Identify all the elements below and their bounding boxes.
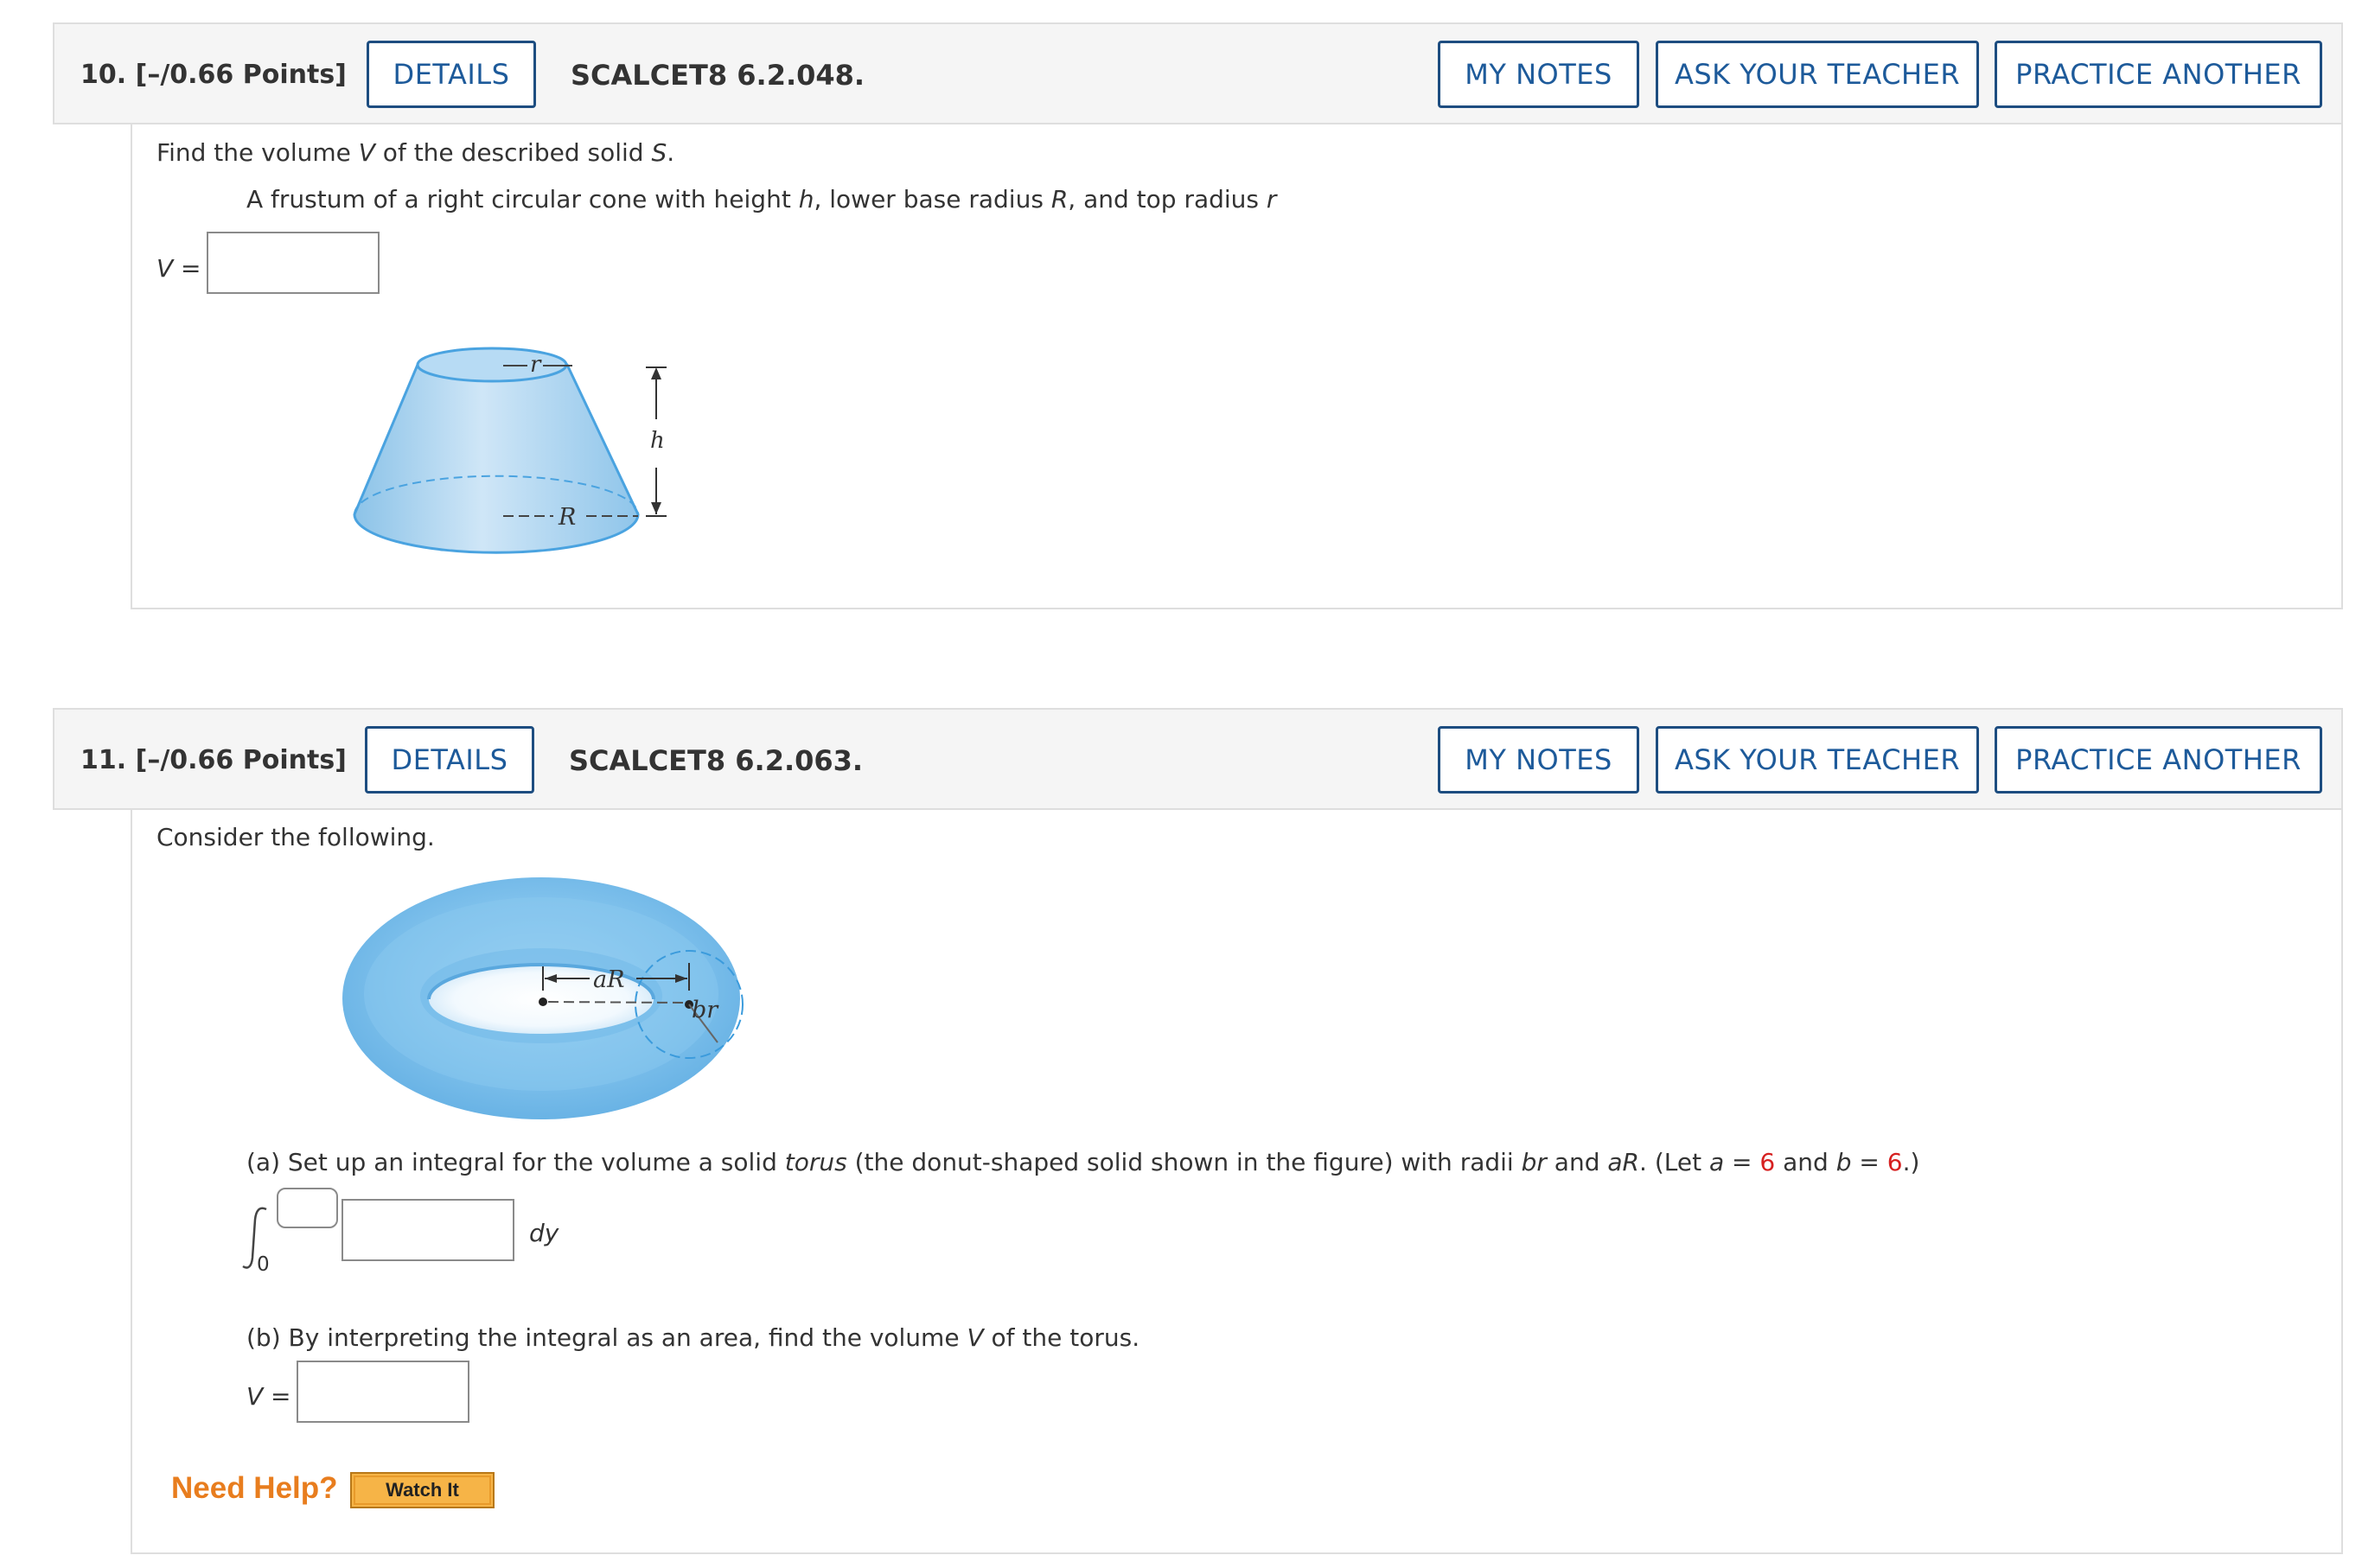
label-br: br xyxy=(692,997,719,1023)
question-11-header: 11. [–/0.66 Points] DETAILS SCALCET8 6.2… xyxy=(53,708,2343,810)
part-a-prompt: (a) Set up an integral for the volume a … xyxy=(246,1148,1920,1176)
practice-another-button[interactable]: PRACTICE ANOTHER xyxy=(1995,41,2322,108)
torus-volume-input[interactable] xyxy=(297,1361,469,1423)
my-notes-button[interactable]: MY NOTES xyxy=(1438,726,1639,794)
details-button[interactable]: DETAILS xyxy=(365,726,534,794)
ask-your-teacher-button[interactable]: ASK YOUR TEACHER xyxy=(1656,726,1979,794)
part-b-prompt: (b) By interpreting the integral as an a… xyxy=(246,1323,1140,1352)
frustum-figure: r R h xyxy=(353,347,667,554)
question-code: SCALCET8 6.2.063. xyxy=(569,744,864,777)
details-button[interactable]: DETAILS xyxy=(367,41,536,108)
label-r: r xyxy=(530,352,542,378)
label-aR: aR xyxy=(593,966,624,993)
ask-your-teacher-button[interactable]: ASK YOUR TEACHER xyxy=(1656,41,1979,108)
answer-label: V = xyxy=(246,1382,291,1411)
practice-another-button[interactable]: PRACTICE ANOTHER xyxy=(1995,726,2322,794)
integral-differential: dy xyxy=(529,1219,559,1247)
question-code: SCALCET8 6.2.048. xyxy=(571,59,865,92)
volume-answer-input[interactable] xyxy=(207,232,380,294)
watch-it-button[interactable]: Watch It xyxy=(350,1472,495,1508)
question-11-intro: Consider the following. xyxy=(156,823,435,851)
torus-figure: aR br xyxy=(342,877,744,1119)
integral-lower-limit: 0 xyxy=(257,1253,270,1276)
question-10-title: 10. [–/0.66 Points] xyxy=(80,60,347,90)
question-10-prompt: Find the volume V of the described solid… xyxy=(156,138,675,167)
a-value: 6 xyxy=(1759,1148,1776,1176)
integrand-input[interactable] xyxy=(342,1199,514,1261)
label-h: h xyxy=(650,428,665,454)
answer-label: V = xyxy=(156,254,201,283)
question-10-header: 10. [–/0.66 Points] DETAILS SCALCET8 6.2… xyxy=(53,22,2343,124)
label-R: R xyxy=(558,504,576,531)
integral-upper-limit-input[interactable] xyxy=(277,1188,338,1228)
question-10-description: A frustum of a right circular cone with … xyxy=(246,185,1277,214)
my-notes-button[interactable]: MY NOTES xyxy=(1438,41,1639,108)
b-value: 6 xyxy=(1886,1148,1903,1176)
need-help-label: Need Help? xyxy=(171,1471,338,1505)
question-11-title: 11. [–/0.66 Points] xyxy=(80,745,347,775)
